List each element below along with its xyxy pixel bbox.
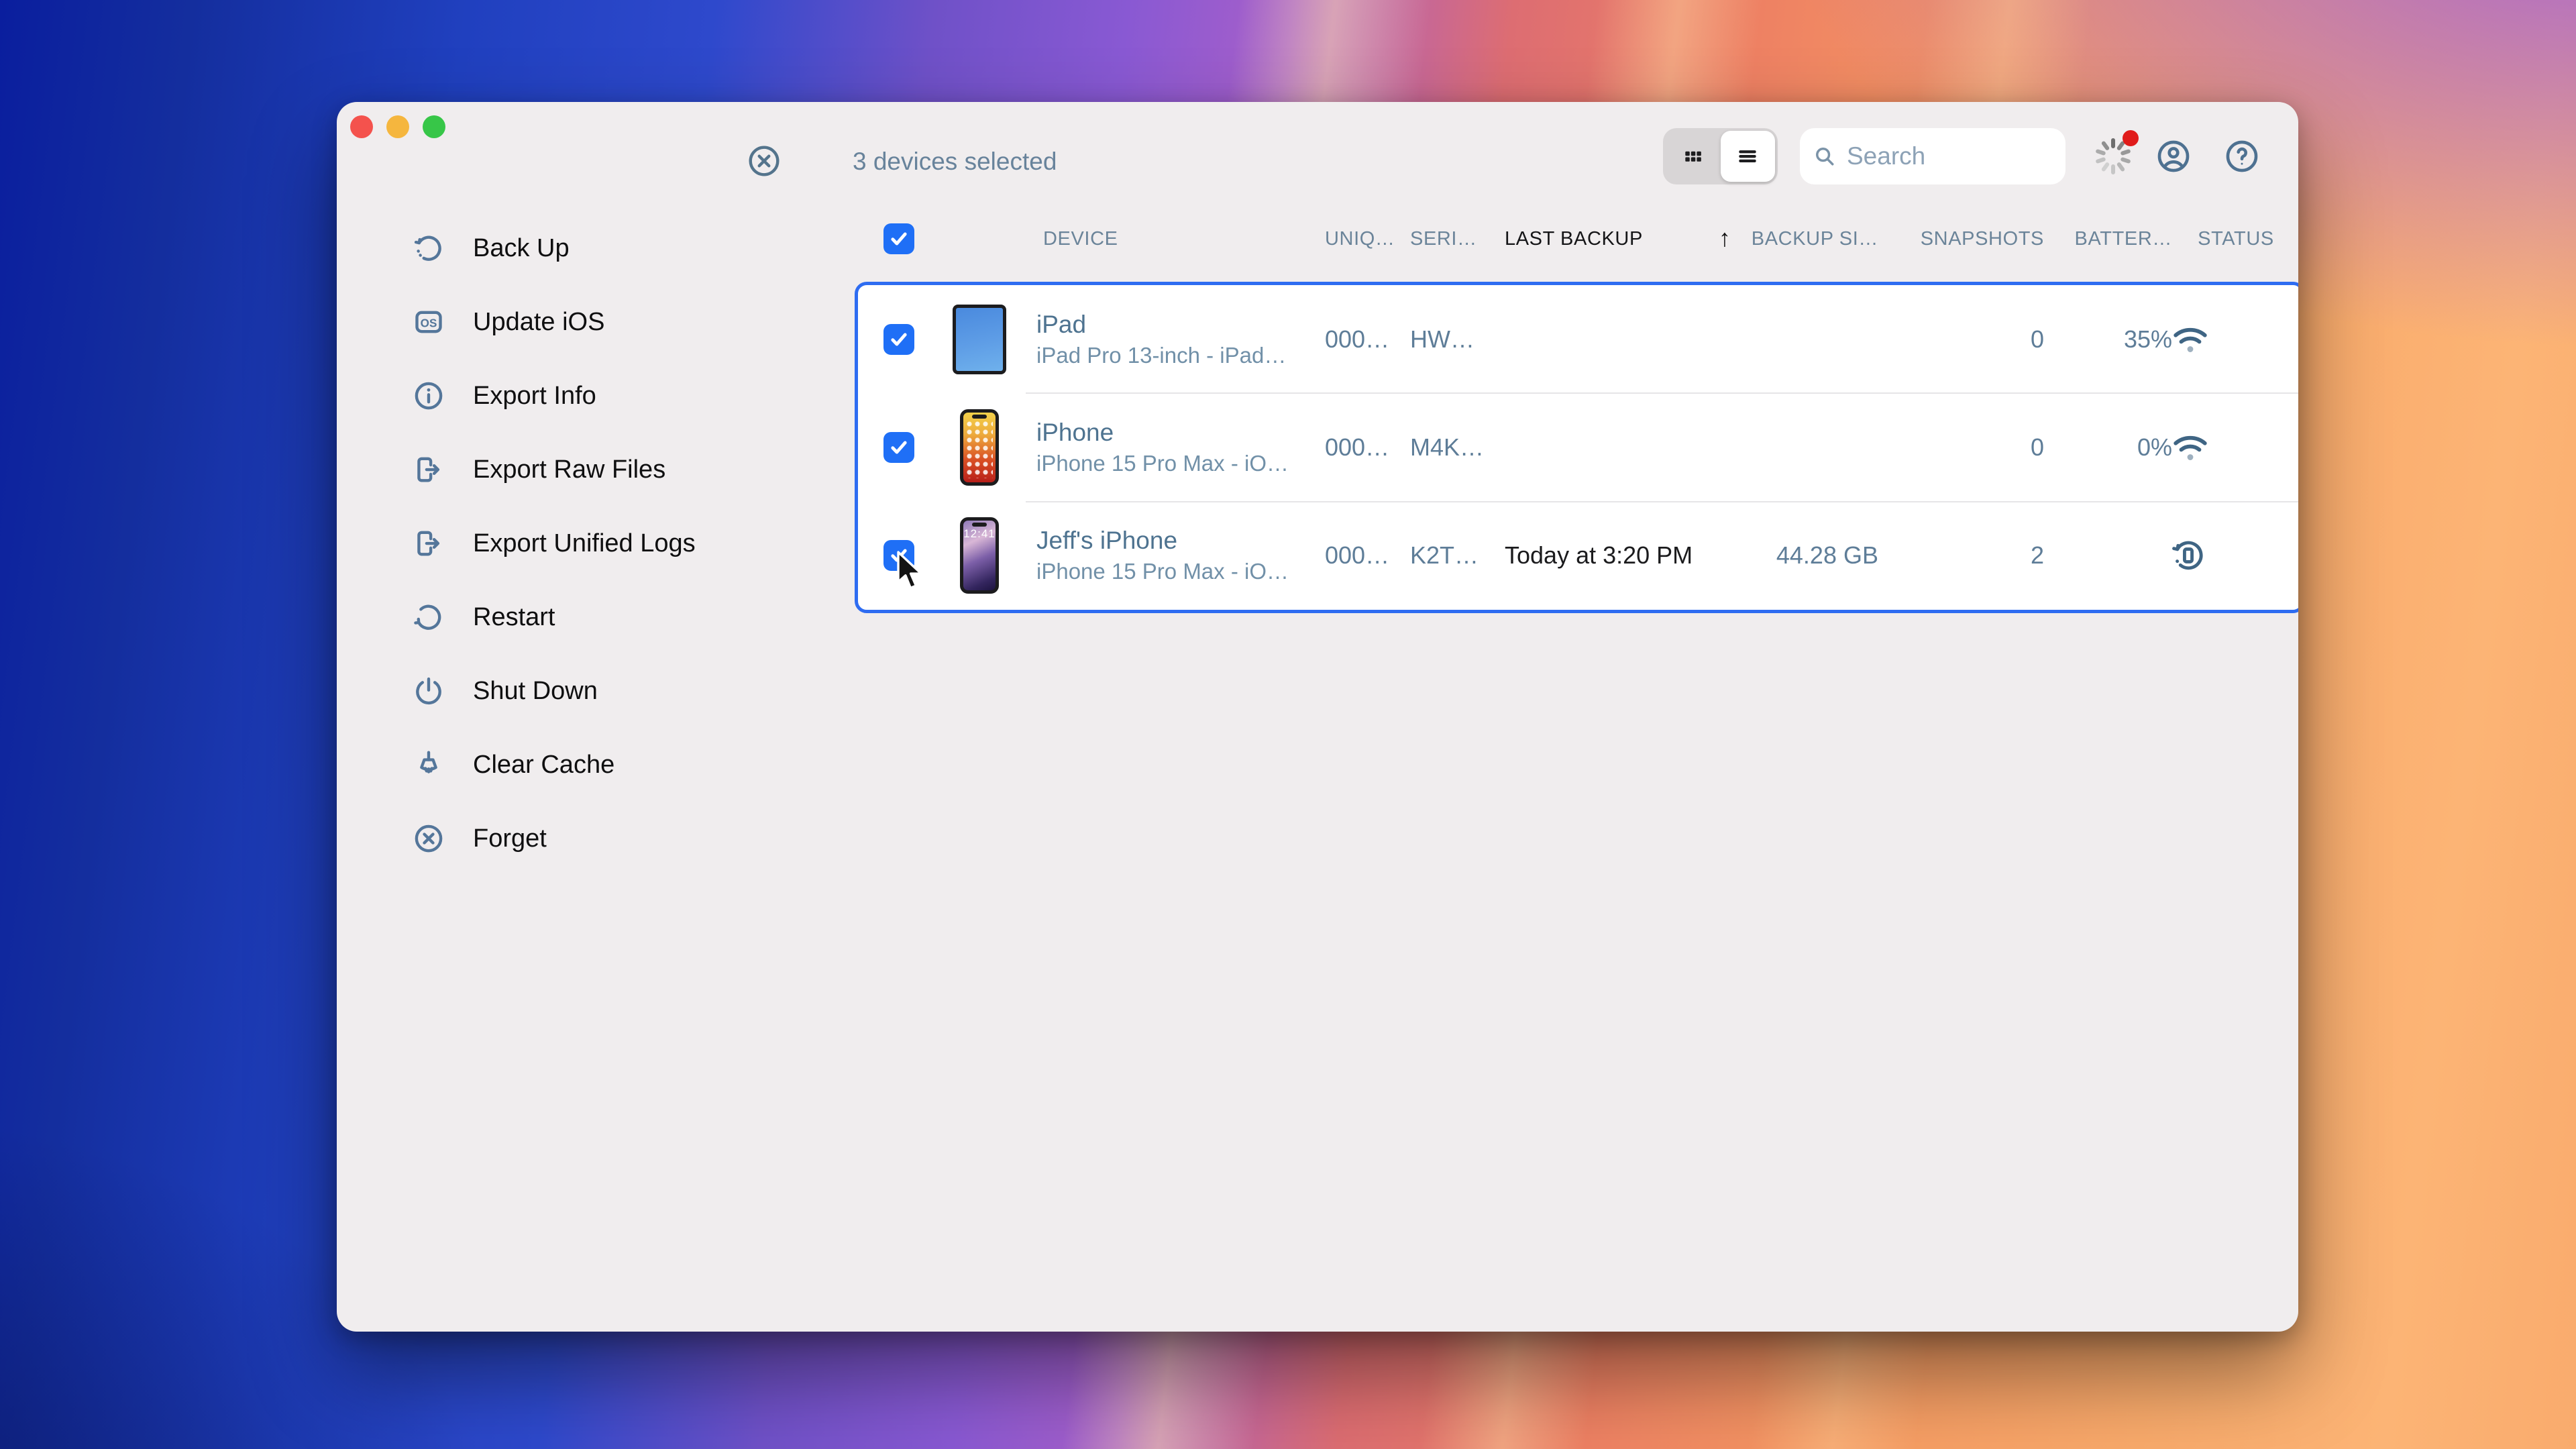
export-logs-icon [411, 526, 446, 561]
device-name: iPad [1036, 309, 1286, 341]
clear-selection-button[interactable] [745, 142, 783, 180]
table-row-iphone[interactable]: iPhone iPhone 15 Pro Max - iO… 000… M4K…… [858, 393, 2298, 501]
serial-value: HW… [1410, 325, 1504, 354]
sidebar-item-label: Update iOS [473, 308, 604, 337]
row-checkbox[interactable] [883, 432, 914, 463]
lockscreen-time: 12:41 [963, 527, 996, 541]
row-checkbox[interactable] [883, 324, 914, 355]
column-header-status[interactable]: STATUS [2169, 221, 2298, 256]
grid-view-button[interactable] [1666, 131, 1721, 182]
device-name: Jeff's iPhone [1036, 525, 1289, 557]
select-all-checkbox[interactable] [883, 223, 914, 254]
device-thumbnail-ipad [953, 305, 1006, 374]
grid-icon [1681, 144, 1705, 168]
mouse-cursor [896, 550, 925, 592]
sidebar-item-label: Restart [473, 603, 555, 632]
export-files-icon [411, 452, 446, 487]
battery-value: 35% [2004, 325, 2172, 354]
minimize-window-button[interactable] [386, 115, 409, 138]
column-header-last-backup[interactable]: LAST BACKUP [1505, 221, 1706, 256]
activity-spinner-icon [2093, 136, 2133, 176]
checkmark-icon [888, 328, 910, 351]
sidebar-item-export-raw-files[interactable]: Export Raw Files [411, 433, 827, 506]
forget-icon [411, 821, 446, 856]
sidebar-item-label: Export Raw Files [473, 455, 665, 484]
table-header: DEVICE UNIQ… SERI… LAST BACKUP ↑ BACKUP … [337, 221, 2298, 256]
search-icon [1812, 144, 1837, 169]
window-controls [350, 115, 445, 138]
info-icon [411, 378, 446, 413]
device-model: iPhone 15 Pro Max - iO… [1036, 557, 1289, 586]
battery-value: 0% [2004, 433, 2172, 462]
help-button[interactable] [2222, 137, 2261, 176]
close-window-button[interactable] [350, 115, 373, 138]
device-name: iPhone [1036, 417, 1289, 449]
sidebar-item-clear-cache[interactable]: Clear Cache [411, 728, 827, 802]
device-manager-window: 3 devices selected [337, 102, 2298, 1332]
actions-sidebar: Back Up OS Update iOS Export Info [411, 211, 827, 875]
list-icon [1735, 144, 1760, 169]
snapshots-value: 2 [1840, 541, 2044, 570]
sidebar-item-update-ios[interactable]: OS Update iOS [411, 285, 827, 359]
sidebar-item-label: Export Unified Logs [473, 529, 696, 558]
column-header-serial[interactable]: SERI… [1410, 221, 1504, 256]
svg-text:OS: OS [421, 317, 437, 330]
table-row-jeffs-iphone[interactable]: 12:41 Jeff's iPhone iPhone 15 Pro Max - … [858, 502, 2298, 610]
unique-id-value: 000… [1325, 541, 1419, 570]
device-model: iPhone 15 Pro Max - iO… [1036, 449, 1289, 478]
desktop-wallpaper: 3 devices selected [0, 0, 2576, 1449]
sidebar-item-export-unified-logs[interactable]: Export Unified Logs [411, 506, 827, 580]
help-icon [2222, 137, 2261, 176]
unique-id-value: 000… [1325, 433, 1419, 462]
device-thumbnail-jeffs-iphone: 12:41 [960, 517, 999, 594]
zoom-window-button[interactable] [423, 115, 445, 138]
update-os-icon: OS [411, 305, 446, 339]
selection-status: 3 devices selected [853, 143, 1057, 180]
list-view-button[interactable] [1721, 131, 1776, 182]
serial-value: K2T… [1410, 541, 1504, 570]
close-circle-icon [745, 142, 783, 180]
serial-value: M4K… [1410, 433, 1504, 462]
device-model: iPad Pro 13-inch - iPad… [1036, 341, 1286, 370]
sidebar-item-label: Forget [473, 824, 547, 853]
sidebar-item-label: Shut Down [473, 677, 598, 706]
search-field[interactable] [1800, 128, 2065, 184]
sidebar-item-forget[interactable]: Forget [411, 802, 827, 875]
view-toggle [1663, 128, 1778, 184]
wifi-icon [2169, 322, 2298, 357]
sidebar-item-export-info[interactable]: Export Info [411, 359, 827, 433]
power-icon [411, 674, 446, 708]
account-button[interactable] [2154, 137, 2193, 176]
sidebar-item-label: Export Info [473, 382, 596, 411]
unique-id-value: 000… [1325, 325, 1419, 354]
broom-icon [411, 747, 446, 782]
sidebar-item-label: Clear Cache [473, 751, 614, 780]
checkmark-icon [888, 227, 910, 250]
sidebar-item-shut-down[interactable]: Shut Down [411, 654, 827, 728]
notification-dot [2123, 130, 2139, 146]
checkmark-icon [888, 436, 910, 459]
restart-icon [411, 600, 446, 635]
column-header-unique[interactable]: UNIQ… [1325, 221, 1419, 256]
account-icon [2154, 137, 2193, 176]
column-header-battery[interactable]: BATTER… [2004, 221, 2172, 256]
device-list-selection: iPad iPad Pro 13-inch - iPad… 000… HW… 0… [855, 282, 2298, 613]
table-row-ipad[interactable]: iPad iPad Pro 13-inch - iPad… 000… HW… 0… [858, 285, 2298, 393]
device-restore-icon [2169, 536, 2298, 575]
sidebar-item-restart[interactable]: Restart [411, 580, 827, 654]
device-thumbnail-iphone [960, 409, 999, 486]
wifi-icon [2169, 430, 2298, 465]
column-header-device[interactable]: DEVICE [1043, 221, 1118, 256]
